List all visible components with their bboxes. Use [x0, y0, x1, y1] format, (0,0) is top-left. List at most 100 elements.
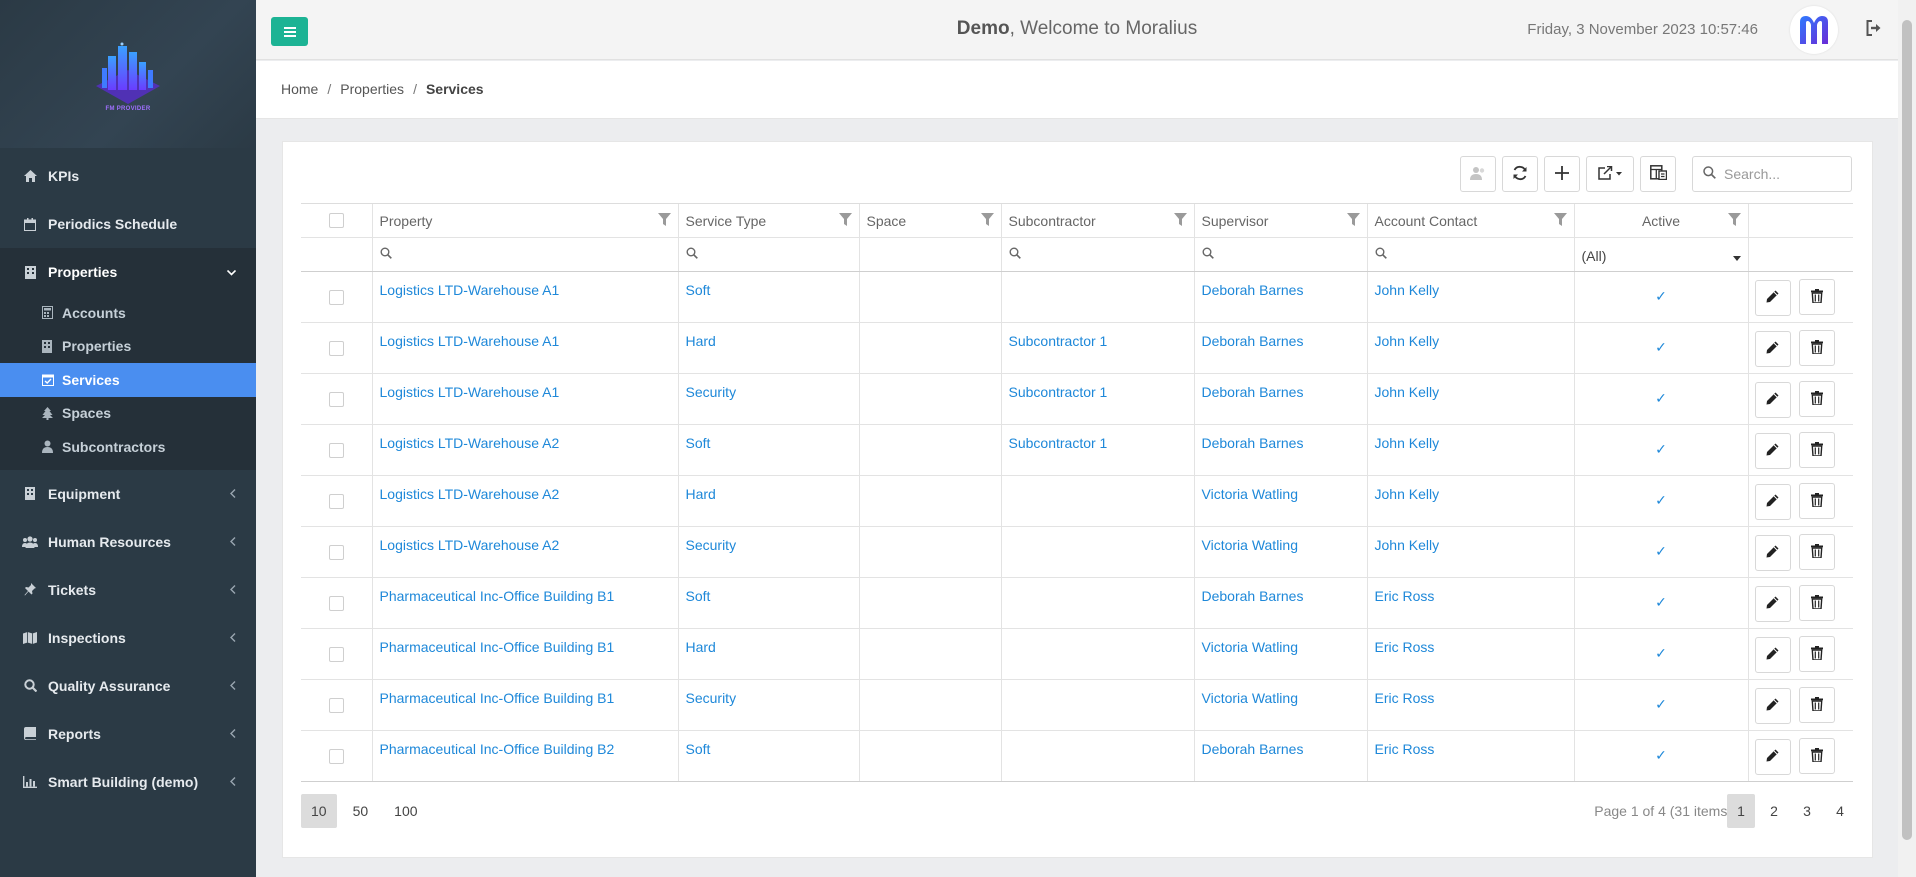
cell-property[interactable]: Logistics LTD-Warehouse A1 [371, 271, 678, 323]
page-scrollbar[interactable] [1898, 0, 1916, 877]
cell-space[interactable] [858, 424, 1001, 476]
row-checkbox[interactable] [328, 290, 344, 305]
cell-property-link[interactable]: Logistics LTD-Warehouse A1 [380, 333, 560, 349]
cell-account-contact-link[interactable]: John Kelly [1375, 435, 1440, 451]
cell-account-contact[interactable]: John Kelly [1366, 271, 1574, 323]
cell-subcontractor-link[interactable]: Subcontractor 1 [1009, 435, 1108, 451]
delete-button[interactable] [1798, 534, 1835, 570]
edit-button[interactable] [1754, 279, 1791, 316]
cell-account-contact-link[interactable]: John Kelly [1375, 333, 1440, 349]
cell-property[interactable]: Logistics LTD-Warehouse A2 [371, 475, 678, 527]
edit-button[interactable] [1754, 687, 1791, 724]
delete-button[interactable] [1798, 687, 1835, 723]
table-row[interactable]: Pharmaceutical Inc-Office Building B2 Sof… [301, 730, 1853, 782]
cell-account-contact[interactable]: Eric Ross [1366, 730, 1574, 782]
cell-supervisor-link[interactable]: Deborah Barnes [1202, 741, 1304, 757]
cell-supervisor[interactable]: Victoria Watling [1193, 526, 1367, 578]
cell-supervisor-link[interactable]: Victoria Watling [1202, 486, 1298, 502]
page-size-10[interactable]: 10 [301, 794, 337, 828]
cell-service-type-link[interactable]: Soft [686, 435, 711, 451]
sidebar-item-spaces[interactable]: Spaces [0, 397, 256, 431]
sidebar-item-services[interactable]: Services [0, 363, 256, 397]
cell-property[interactable]: Logistics LTD-Warehouse A1 [371, 322, 678, 374]
column-header-subcontractor[interactable]: Subcontractor [1000, 203, 1194, 238]
delete-button[interactable] [1798, 585, 1835, 621]
cell-space[interactable] [858, 475, 1001, 527]
delete-button[interactable] [1798, 330, 1835, 366]
edit-button[interactable] [1754, 636, 1791, 673]
filter-icon[interactable] [980, 213, 994, 229]
cell-service-type-link[interactable]: Hard [686, 486, 716, 502]
sidebar-item-tickets[interactable]: Tickets [0, 566, 256, 614]
cell-space[interactable] [858, 679, 1001, 731]
table-row[interactable]: Logistics LTD-Warehouse A2 Hard Victoria W… [301, 475, 1853, 527]
sidebar-item-accounts[interactable]: Accounts [0, 296, 256, 330]
cell-property-link[interactable]: Pharmaceutical Inc-Office Building B1 [380, 588, 615, 604]
cell-service-type-link[interactable]: Security [686, 537, 737, 553]
cell-supervisor[interactable]: Deborah Barnes [1193, 730, 1367, 782]
cell-property-link[interactable]: Logistics LTD-Warehouse A2 [380, 435, 560, 451]
cell-account-contact-link[interactable]: Eric Ross [1375, 690, 1435, 706]
sidebar-item-quality-assurance[interactable]: Quality Assurance [0, 662, 256, 710]
cell-supervisor-link[interactable]: Victoria Watling [1202, 639, 1298, 655]
cell-service-type-link[interactable]: Soft [686, 282, 711, 298]
cell-subcontractor-link[interactable]: Subcontractor 1 [1009, 333, 1108, 349]
filter-service-type[interactable] [677, 237, 859, 272]
edit-button[interactable] [1754, 381, 1791, 418]
filter-supervisor[interactable] [1193, 237, 1367, 272]
delete-button[interactable] [1798, 279, 1835, 315]
cell-service-type[interactable]: Soft [677, 271, 859, 323]
cell-property[interactable]: Pharmaceutical Inc-Office Building B1 [371, 628, 678, 680]
cell-property-link[interactable]: Logistics LTD-Warehouse A2 [380, 486, 560, 502]
cell-supervisor-link[interactable]: Deborah Barnes [1202, 333, 1304, 349]
cell-subcontractor[interactable]: Subcontractor 1 [1000, 322, 1194, 374]
cell-supervisor-link[interactable]: Deborah Barnes [1202, 384, 1304, 400]
logout-icon[interactable] [1866, 20, 1882, 39]
row-checkbox[interactable] [328, 443, 344, 458]
cell-subcontractor[interactable] [1000, 271, 1194, 323]
delete-button[interactable] [1798, 381, 1835, 417]
table-row[interactable]: Logistics LTD-Warehouse A1 Soft Deborah Ba… [301, 271, 1853, 323]
grid-search[interactable] [1692, 156, 1852, 192]
breadcrumb-home[interactable]: Home [281, 81, 318, 97]
cell-service-type-link[interactable]: Hard [686, 333, 716, 349]
cell-subcontractor[interactable] [1000, 577, 1194, 629]
cell-subcontractor[interactable] [1000, 628, 1194, 680]
filter-subcontractor[interactable] [1000, 237, 1194, 272]
cell-account-contact[interactable]: John Kelly [1366, 475, 1574, 527]
cell-property[interactable]: Pharmaceutical Inc-Office Building B1 [371, 679, 678, 731]
edit-button[interactable] [1754, 330, 1791, 367]
delete-button[interactable] [1798, 738, 1835, 774]
cell-subcontractor[interactable] [1000, 730, 1194, 782]
cell-account-contact-link[interactable]: John Kelly [1375, 486, 1440, 502]
filter-icon[interactable] [838, 213, 852, 229]
cell-account-contact[interactable]: John Kelly [1366, 526, 1574, 578]
table-row[interactable]: Logistics LTD-Warehouse A1 Hard Subcontrac… [301, 322, 1853, 374]
sidebar-item-human-resources[interactable]: Human Resources [0, 518, 256, 566]
cell-property[interactable]: Logistics LTD-Warehouse A2 [371, 526, 678, 578]
sidebar-item-kpis[interactable]: KPIs [0, 152, 256, 200]
cell-supervisor-link[interactable]: Deborah Barnes [1202, 282, 1304, 298]
cell-service-type[interactable]: Hard [677, 475, 859, 527]
edit-button[interactable] [1754, 738, 1791, 775]
cell-service-type[interactable]: Security [677, 679, 859, 731]
cell-account-contact-link[interactable]: John Kelly [1375, 537, 1440, 553]
cell-service-type-link[interactable]: Hard [686, 639, 716, 655]
cell-account-contact-link[interactable]: Eric Ross [1375, 741, 1435, 757]
sidebar-item-subcontractors[interactable]: Subcontractors [0, 430, 256, 464]
cell-property-link[interactable]: Pharmaceutical Inc-Office Building B2 [380, 741, 615, 757]
sidebar-item-inspections[interactable]: Inspections [0, 614, 256, 662]
cell-space[interactable] [858, 322, 1001, 374]
cell-account-contact-link[interactable]: Eric Ross [1375, 588, 1435, 604]
page-1[interactable]: 1 [1727, 794, 1755, 828]
edit-button[interactable] [1754, 483, 1791, 520]
column-header-supervisor[interactable]: Supervisor [1193, 203, 1367, 238]
search-input[interactable] [1724, 166, 1844, 182]
row-checkbox[interactable] [328, 494, 344, 509]
sidebar-item-equipment[interactable]: Equipment [0, 470, 256, 518]
add-button[interactable] [1544, 156, 1580, 192]
page-size-50[interactable]: 50 [343, 794, 379, 828]
cell-account-contact-link[interactable]: Eric Ross [1375, 639, 1435, 655]
select-all-checkbox[interactable] [328, 213, 344, 228]
cell-account-contact-link[interactable]: John Kelly [1375, 282, 1440, 298]
